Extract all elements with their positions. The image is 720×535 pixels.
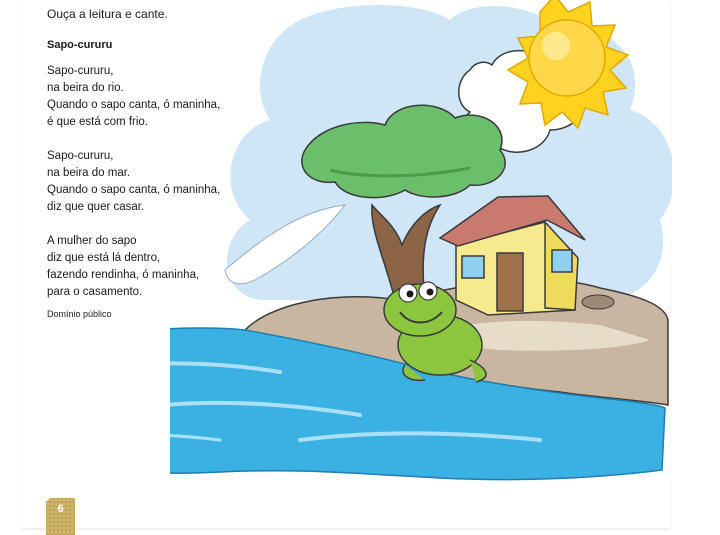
poem-title: Sapo-cururu [47,39,113,51]
page-number-badge: 6 [46,498,75,535]
page-number: 6 [57,503,64,515]
source-credit: Domínio público [47,309,112,319]
instruction-text: Ouça a leitura e cante. [47,7,168,21]
illustration [170,0,672,481]
